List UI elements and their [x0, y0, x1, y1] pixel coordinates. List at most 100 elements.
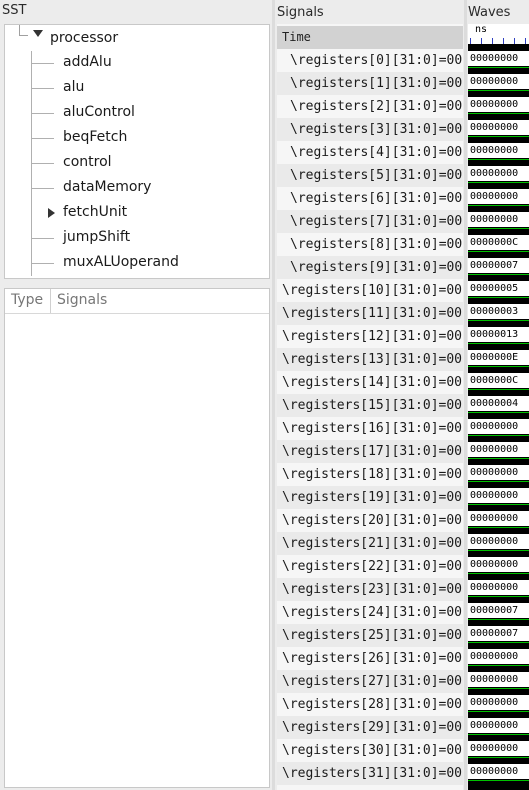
wave-row[interactable]: 0000000C [468, 369, 529, 392]
wave-row[interactable]: 00000000 [468, 461, 529, 484]
column-header-signals[interactable]: Signals [57, 292, 107, 308]
wave-row[interactable]: 0000000C [468, 231, 529, 254]
tree-node-label: jumpShift [63, 229, 131, 245]
wave-row[interactable]: 00000000 [468, 208, 529, 231]
signal-row[interactable]: \registers[8][31:0]=00 [277, 233, 463, 256]
wave-row[interactable]: 00000003 [468, 300, 529, 323]
wave-row[interactable]: 00000000 [468, 438, 529, 461]
signal-row[interactable]: \registers[29][31:0]=00 [277, 716, 463, 739]
wave-row[interactable]: 00000000 [468, 645, 529, 668]
wave-row[interactable]: 00000000 [468, 737, 529, 760]
signal-row[interactable]: \registers[9][31:0]=00 [277, 256, 463, 279]
wave-row[interactable]: 00000000 [468, 70, 529, 93]
wave-row[interactable]: 00000000 [468, 47, 529, 70]
signal-row[interactable]: \registers[31][31:0]=00 [277, 762, 463, 785]
wave-value: 00000000 [470, 99, 519, 110]
wave-row[interactable]: 0000000E [468, 346, 529, 369]
signal-name: \registers[8][31:0]=00 [290, 237, 463, 252]
column-header-type[interactable]: Type [11, 292, 43, 308]
pane-splitter-left[interactable] [272, 0, 275, 790]
signal-row[interactable]: \registers[16][31:0]=00 [277, 417, 463, 440]
signal-row[interactable]: \registers[0][31:0]=00 [277, 49, 463, 72]
signal-row[interactable]: \registers[20][31:0]=00 [277, 509, 463, 532]
wave-row[interactable]: 00000000 [468, 530, 529, 553]
signal-row[interactable]: \registers[6][31:0]=00 [277, 187, 463, 210]
signal-row[interactable]: \registers[14][31:0]=00 [277, 371, 463, 394]
signal-row[interactable]: \registers[22][31:0]=00 [277, 555, 463, 578]
signal-row[interactable]: \registers[7][31:0]=00 [277, 210, 463, 233]
tree-node[interactable]: beqFetch [5, 126, 267, 151]
tree-node[interactable]: muxALUoperand [5, 251, 267, 276]
wave-row[interactable]: 00000000 [468, 185, 529, 208]
signal-row[interactable]: \registers[28][31:0]=00 [277, 693, 463, 716]
signal-row[interactable]: \registers[26][31:0]=00 [277, 647, 463, 670]
wave-trace [468, 481, 529, 482]
signal-row[interactable]: \registers[4][31:0]=00 [277, 141, 463, 164]
signal-row[interactable]: \registers[2][31:0]=00 [277, 95, 463, 118]
tree-node-processor[interactable]: processor [9, 25, 269, 51]
type-signals-panel[interactable]: Type Signals [4, 288, 270, 788]
tree-node-label: aluControl [63, 104, 135, 120]
wave-row[interactable]: 00000000 [468, 507, 529, 530]
tree-node[interactable]: fetchUnit [5, 201, 267, 226]
wave-row[interactable]: 00000000 [468, 139, 529, 162]
waves-view[interactable]: ns 00000000 00000000 00000000 00000000 00000… [468, 24, 529, 790]
signal-name: \registers[9][31:0]=00 [290, 260, 463, 275]
tree-node[interactable]: addAlu [5, 51, 267, 76]
signal-row[interactable]: \registers[1][31:0]=00 [277, 72, 463, 95]
sst-tree[interactable]: processor addAlu alu aluControl beqFetch con… [4, 24, 270, 279]
signal-row[interactable]: \registers[24][31:0]=00 [277, 601, 463, 624]
wave-row[interactable]: 00000000 [468, 668, 529, 691]
signal-row[interactable]: \registers[25][31:0]=00 [277, 624, 463, 647]
tree-node[interactable]: aluControl [5, 101, 267, 126]
wave-row[interactable]: 00000007 [468, 622, 529, 645]
signal-row[interactable]: \registers[19][31:0]=00 [277, 486, 463, 509]
tree-node[interactable]: jumpShift [5, 226, 267, 251]
signal-row[interactable]: \registers[13][31:0]=00 [277, 348, 463, 371]
wave-value: 0000000C [470, 375, 519, 386]
wave-row[interactable]: 00000013 [468, 323, 529, 346]
wave-row[interactable]: 00000000 [468, 93, 529, 116]
signal-row[interactable]: \registers[27][31:0]=00 [277, 670, 463, 693]
signal-name: \registers[29][31:0]=00 [282, 720, 463, 735]
wave-row[interactable]: 00000007 [468, 599, 529, 622]
pane-splitter-right[interactable] [464, 0, 467, 790]
wave-trace [468, 596, 529, 597]
wave-row[interactable]: 00000000 [468, 760, 529, 783]
tree-connector [32, 113, 54, 114]
time-row[interactable]: Time [277, 26, 463, 49]
expand-right-icon[interactable] [48, 208, 55, 218]
tree-node[interactable]: dataMemory [5, 176, 267, 201]
wave-row[interactable]: 00000000 [468, 553, 529, 576]
tree-connector [32, 263, 54, 264]
signal-row[interactable]: \registers[15][31:0]=00 [277, 394, 463, 417]
tree-node[interactable]: control [5, 151, 267, 176]
wave-row[interactable]: 00000007 [468, 254, 529, 277]
signal-row[interactable]: \registers[5][31:0]=00 [277, 164, 463, 187]
tree-node[interactable]: alu [5, 76, 267, 101]
wave-row[interactable]: 00000000 [468, 484, 529, 507]
wave-row[interactable]: 00000000 [468, 162, 529, 185]
wave-row[interactable]: 00000000 [468, 691, 529, 714]
signal-row[interactable]: \registers[17][31:0]=00 [277, 440, 463, 463]
wave-row[interactable]: 00000004 [468, 392, 529, 415]
tree-node-label: muxALUoperand [63, 254, 179, 270]
wave-value: 00000000 [470, 674, 519, 685]
signals-list[interactable]: Time \registers[0][31:0]=00 \registers[1]… [277, 24, 463, 790]
wave-row[interactable]: 00000005 [468, 277, 529, 300]
wave-row[interactable]: 00000000 [468, 576, 529, 599]
wave-row[interactable]: 00000000 [468, 714, 529, 737]
signal-name: \registers[0][31:0]=00 [290, 53, 463, 68]
signal-row[interactable]: \registers[10][31:0]=00 [277, 279, 463, 302]
signal-row[interactable]: \registers[11][31:0]=00 [277, 302, 463, 325]
signal-row[interactable]: \registers[23][31:0]=00 [277, 578, 463, 601]
wave-row[interactable]: 00000000 [468, 116, 529, 139]
wave-row[interactable]: 00000000 [468, 415, 529, 438]
wave-trace [468, 688, 529, 689]
signal-row[interactable]: \registers[12][31:0]=00 [277, 325, 463, 348]
expand-down-icon[interactable] [33, 30, 43, 37]
signal-row[interactable]: \registers[30][31:0]=00 [277, 739, 463, 762]
signal-row[interactable]: \registers[21][31:0]=00 [277, 532, 463, 555]
signal-row[interactable]: \registers[3][31:0]=00 [277, 118, 463, 141]
signal-row[interactable]: \registers[18][31:0]=00 [277, 463, 463, 486]
